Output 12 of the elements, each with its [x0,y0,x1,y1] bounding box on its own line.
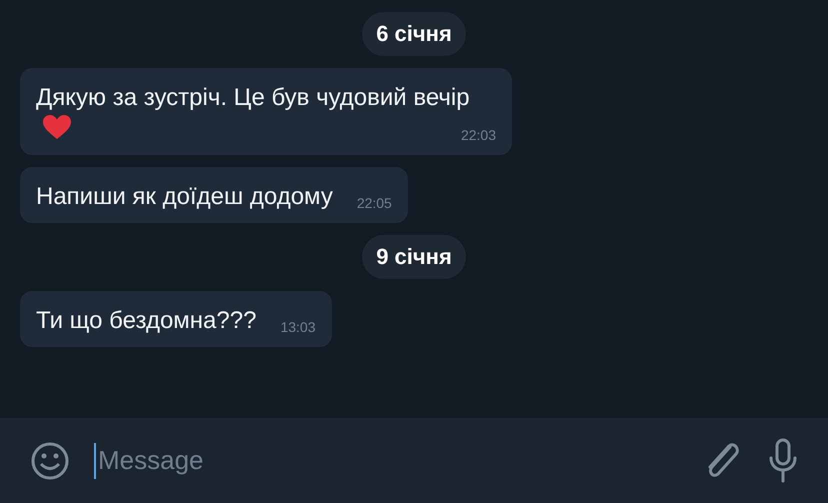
message-composer[interactable]: Message [0,418,828,503]
message-input[interactable]: Message [94,442,676,478]
emoji-icon[interactable] [30,440,70,480]
message-time: 22:05 [356,194,392,213]
date-badge: 9 січня [362,235,466,279]
microphone-icon[interactable] [768,438,798,484]
message-text: Ти що бездомна??? [36,307,256,334]
message-time: 13:03 [280,318,316,337]
date-badge: 6 січня [362,12,466,56]
message-text: Дякую за зустріч. Це був чудовий вечір [36,84,470,111]
message-time: 22:03 [460,126,496,145]
message-text: Напиши як доїдеш додому [36,183,333,210]
